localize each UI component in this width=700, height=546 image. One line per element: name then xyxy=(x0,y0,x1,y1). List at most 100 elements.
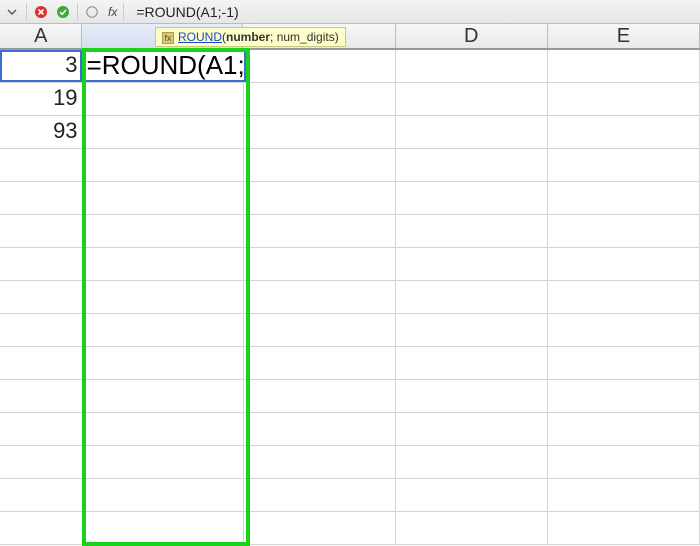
divider xyxy=(77,3,78,21)
cell[interactable] xyxy=(0,182,83,214)
cell-e1[interactable] xyxy=(548,50,700,82)
spreadsheet-grid[interactable]: A B C D E 3 =ROUND(A1; 19 93 xyxy=(0,24,700,525)
row-3: 93 xyxy=(0,116,700,149)
cell-a2[interactable]: 19 xyxy=(0,83,83,115)
row-7 xyxy=(0,248,700,281)
cell[interactable] xyxy=(396,347,548,379)
cell[interactable] xyxy=(548,380,700,412)
cell[interactable] xyxy=(0,413,83,445)
cell[interactable] xyxy=(244,314,396,346)
cell-b2[interactable] xyxy=(83,83,244,115)
cell[interactable] xyxy=(548,281,700,313)
cell[interactable] xyxy=(396,512,548,544)
cell-c1[interactable] xyxy=(244,50,396,82)
cell-c3[interactable] xyxy=(244,116,396,148)
cell[interactable] xyxy=(396,248,548,280)
column-header-d[interactable]: D xyxy=(396,24,548,48)
cell-c2[interactable] xyxy=(244,83,396,115)
cell[interactable] xyxy=(83,380,244,412)
cell-b3[interactable] xyxy=(83,116,244,148)
cell[interactable] xyxy=(396,446,548,478)
row-4 xyxy=(0,149,700,182)
cell[interactable] xyxy=(396,413,548,445)
dropdown-icon[interactable] xyxy=(4,4,20,20)
cell-a1[interactable]: 3 xyxy=(0,50,83,82)
cell[interactable] xyxy=(83,215,244,247)
cell[interactable] xyxy=(548,413,700,445)
cell[interactable] xyxy=(0,380,83,412)
cancel-icon[interactable] xyxy=(33,4,49,20)
row-14 xyxy=(0,479,700,512)
divider xyxy=(123,3,124,21)
cell[interactable] xyxy=(244,281,396,313)
cell[interactable] xyxy=(0,512,83,544)
tooltip-function-link[interactable]: ROUND xyxy=(178,30,222,44)
cell[interactable] xyxy=(0,248,83,280)
cell[interactable] xyxy=(548,512,700,544)
cell[interactable] xyxy=(396,215,548,247)
row-12 xyxy=(0,413,700,446)
cell[interactable] xyxy=(83,479,244,511)
cell[interactable] xyxy=(83,182,244,214)
column-header-row: A B C D E xyxy=(0,24,700,50)
cell[interactable] xyxy=(548,248,700,280)
cell[interactable] xyxy=(83,446,244,478)
cell[interactable] xyxy=(244,248,396,280)
cell[interactable] xyxy=(244,479,396,511)
cell-a3[interactable]: 93 xyxy=(0,116,83,148)
cell-d1[interactable] xyxy=(396,50,548,82)
cell[interactable] xyxy=(0,281,83,313)
cell[interactable] xyxy=(396,281,548,313)
cell[interactable] xyxy=(244,380,396,412)
cell[interactable] xyxy=(396,314,548,346)
function-tooltip: fxROUND(number; num_digits) xyxy=(155,27,346,47)
cell[interactable] xyxy=(83,347,244,379)
cell[interactable] xyxy=(244,149,396,181)
cell[interactable] xyxy=(548,149,700,181)
cell[interactable] xyxy=(548,182,700,214)
cell-edit-text: =ROUND(A1; xyxy=(87,50,247,81)
column-header-a[interactable]: A xyxy=(0,24,82,48)
rows: 3 =ROUND(A1; 19 93 xyxy=(0,50,700,545)
cell[interactable] xyxy=(0,347,83,379)
accept-icon[interactable] xyxy=(55,4,71,20)
cell[interactable] xyxy=(396,149,548,181)
cell[interactable] xyxy=(244,347,396,379)
function-icon[interactable] xyxy=(84,4,100,20)
cell[interactable] xyxy=(244,512,396,544)
cell[interactable] xyxy=(83,314,244,346)
formula-input[interactable] xyxy=(130,2,696,22)
cell[interactable] xyxy=(83,149,244,181)
row-6 xyxy=(0,215,700,248)
column-header-e[interactable]: E xyxy=(548,24,700,48)
cell[interactable] xyxy=(244,215,396,247)
cell[interactable] xyxy=(548,446,700,478)
cell[interactable] xyxy=(396,479,548,511)
cell-e3[interactable] xyxy=(548,116,700,148)
cell-e2[interactable] xyxy=(548,83,700,115)
cell[interactable] xyxy=(0,314,83,346)
cell[interactable] xyxy=(0,149,83,181)
cell[interactable] xyxy=(548,479,700,511)
cell[interactable] xyxy=(83,512,244,544)
cell[interactable] xyxy=(244,182,396,214)
cell-d2[interactable] xyxy=(396,83,548,115)
cell[interactable] xyxy=(244,446,396,478)
cell-d3[interactable] xyxy=(396,116,548,148)
cell[interactable] xyxy=(548,314,700,346)
cell[interactable] xyxy=(548,347,700,379)
cell[interactable] xyxy=(83,281,244,313)
cell[interactable] xyxy=(0,215,83,247)
fx-label: fx xyxy=(108,5,117,19)
cell[interactable] xyxy=(548,215,700,247)
cell[interactable] xyxy=(83,248,244,280)
cell[interactable] xyxy=(396,182,548,214)
cell[interactable] xyxy=(396,380,548,412)
cell[interactable] xyxy=(83,413,244,445)
cell[interactable] xyxy=(0,479,83,511)
row-13 xyxy=(0,446,700,479)
cell-b1-editing[interactable]: =ROUND(A1; xyxy=(83,50,244,82)
cell[interactable] xyxy=(244,413,396,445)
cell[interactable] xyxy=(0,446,83,478)
divider xyxy=(26,3,27,21)
